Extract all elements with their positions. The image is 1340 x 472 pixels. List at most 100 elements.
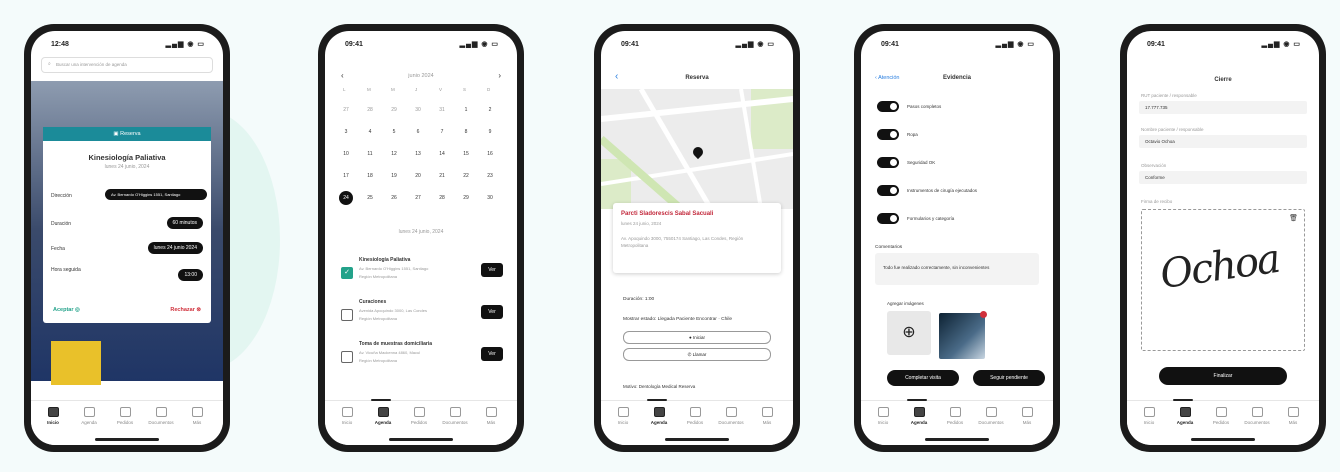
calendar-day[interactable]: 20 — [411, 169, 425, 183]
view-button[interactable]: Ver — [481, 305, 503, 319]
calendar-day[interactable]: 27 — [411, 191, 425, 205]
calendar-day[interactable]: 4 — [363, 125, 377, 139]
complete-visit-button[interactable]: Completar visita — [887, 370, 959, 386]
tab-home[interactable]: Inicio — [865, 407, 901, 425]
calendar-day[interactable]: 7 — [435, 125, 449, 139]
trash-icon[interactable]: 🗑 — [1289, 214, 1298, 222]
calendar-day[interactable]: 9 — [483, 125, 497, 139]
calendar-day[interactable]: 19 — [387, 169, 401, 183]
calendar-day[interactable]: 12 — [387, 147, 401, 161]
reject-button[interactable]: Rechazar ⊗ — [170, 307, 201, 313]
item-title: Curaciones — [359, 299, 387, 305]
calendar-day[interactable]: 3 — [339, 125, 353, 139]
status-bar: 09:41 ▂▄▆ ◉ ▭ — [1127, 31, 1319, 55]
calendar-day[interactable]: 18 — [363, 169, 377, 183]
calendar-day-selected[interactable]: 24 — [339, 191, 353, 205]
calendar-day[interactable]: 5 — [387, 125, 401, 139]
row-value-address: Av. Bernardo O'Higgins 1551, Santiago — [105, 189, 207, 200]
calendar-day[interactable]: 26 — [387, 191, 401, 205]
photo-thumbnail[interactable] — [939, 311, 987, 359]
view-button[interactable]: Ver — [481, 263, 503, 277]
calendar-day[interactable]: 13 — [411, 147, 425, 161]
tab-documents[interactable]: Documentos — [143, 407, 179, 425]
tab-documents[interactable]: Documentos — [973, 407, 1009, 425]
tab-home[interactable]: Inicio — [605, 407, 641, 425]
agenda-item[interactable]: ✓ Kinesiología Paliativa Av. Bernardo O'Hi… — [339, 257, 505, 293]
start-button[interactable]: ● Iniciar — [623, 331, 771, 344]
toggle-switch[interactable] — [877, 185, 899, 196]
tab-orders[interactable]: Pedidos — [1203, 407, 1239, 425]
calendar-day[interactable]: 21 — [435, 169, 449, 183]
calendar-day[interactable]: 15 — [459, 147, 473, 161]
tab-orders[interactable]: Pedidos — [677, 407, 713, 425]
calendar-day[interactable]: 25 — [363, 191, 377, 205]
tab-agenda[interactable]: Agenda — [901, 407, 937, 425]
calendar-day[interactable]: 6 — [411, 125, 425, 139]
agenda-item[interactable]: Toma de muestras domiciliaria Av. Vicuña … — [339, 341, 505, 377]
rut-field[interactable]: 17.777.735 — [1139, 101, 1307, 114]
bottom-note: Motivo: Dentología Medical Reserva — [623, 384, 696, 389]
checkbox[interactable] — [341, 351, 353, 363]
remove-photo-icon[interactable] — [980, 311, 987, 318]
tab-orders[interactable]: Pedidos — [401, 407, 437, 425]
call-button[interactable]: ✆ Llamar — [623, 348, 771, 361]
tab-more[interactable]: Más — [1275, 407, 1311, 425]
calendar-day[interactable]: 17 — [339, 169, 353, 183]
checkbox[interactable] — [341, 309, 353, 321]
calendar-day[interactable]: 30 — [411, 103, 425, 117]
calendar-day[interactable]: 2 — [483, 103, 497, 117]
home-icon — [617, 407, 629, 417]
calendar-day[interactable]: 27 — [339, 103, 353, 117]
agenda-item[interactable]: Curaciones Avenida Apoquindo 3000, Las Co… — [339, 299, 505, 335]
accept-button[interactable]: Aceptar ◎ — [53, 307, 80, 313]
calendar-day[interactable]: 28 — [435, 191, 449, 205]
name-field[interactable]: Octavio Ochoa — [1139, 135, 1307, 148]
finish-button[interactable]: Finalizar — [1159, 367, 1287, 385]
toggle-switch[interactable] — [877, 101, 899, 112]
toggle-switch[interactable] — [877, 157, 899, 168]
calendar-day[interactable]: 1 — [459, 103, 473, 117]
toggle-switch[interactable] — [877, 213, 899, 224]
tab-documents[interactable]: Documentos — [1239, 407, 1275, 425]
toggle-switch[interactable] — [877, 129, 899, 140]
tab-more[interactable]: Más — [473, 407, 509, 425]
tab-home[interactable]: Inicio — [35, 407, 71, 425]
tab-documents[interactable]: Documentos — [713, 407, 749, 425]
calendar-day[interactable]: 11 — [363, 147, 377, 161]
tab-agenda[interactable]: Agenda — [71, 407, 107, 425]
calendar-day[interactable]: 8 — [459, 125, 473, 139]
checkbox[interactable]: ✓ — [341, 267, 353, 279]
signal-icon: ▂▄▆ ◉ ▭ — [735, 41, 775, 48]
signature-pad[interactable]: 🗑 Ochoa — [1141, 209, 1305, 351]
calendar-day[interactable]: 29 — [459, 191, 473, 205]
comments-field[interactable]: Todo fue realizado correctamente, sin in… — [875, 253, 1039, 285]
tab-orders[interactable]: Pedidos — [107, 407, 143, 425]
tab-agenda[interactable]: Agenda — [641, 407, 677, 425]
calendar-day[interactable]: 16 — [483, 147, 497, 161]
tab-documents[interactable]: Documentos — [437, 407, 473, 425]
tab-more[interactable]: Más — [179, 407, 215, 425]
search-bar[interactable]: ⌕ Buscar una intervención de agenda — [41, 57, 213, 73]
tab-more[interactable]: Más — [1009, 407, 1045, 425]
tab-more[interactable]: Más — [749, 407, 785, 425]
calendar-day[interactable]: 31 — [435, 103, 449, 117]
tab-agenda[interactable]: Agenda — [365, 407, 401, 425]
calendar-day[interactable]: 22 — [459, 169, 473, 183]
calendar-day[interactable]: 28 — [363, 103, 377, 117]
tab-home[interactable]: Inicio — [329, 407, 365, 425]
keep-pending-button[interactable]: Seguir pendiente — [973, 370, 1045, 386]
map-view[interactable] — [601, 89, 793, 209]
add-photo-button[interactable]: ⊕ — [887, 311, 931, 355]
tab-agenda[interactable]: Agenda — [1167, 407, 1203, 425]
calendar-day[interactable]: 10 — [339, 147, 353, 161]
next-month-button[interactable]: › — [498, 71, 501, 80]
calendar-day[interactable]: 29 — [387, 103, 401, 117]
weekday-label: M — [367, 87, 371, 92]
observation-field[interactable]: Conforme — [1139, 171, 1307, 184]
view-button[interactable]: Ver — [481, 347, 503, 361]
calendar-day[interactable]: 30 — [483, 191, 497, 205]
calendar-day[interactable]: 14 — [435, 147, 449, 161]
calendar-day[interactable]: 23 — [483, 169, 497, 183]
tab-orders[interactable]: Pedidos — [937, 407, 973, 425]
tab-home[interactable]: Inicio — [1131, 407, 1167, 425]
